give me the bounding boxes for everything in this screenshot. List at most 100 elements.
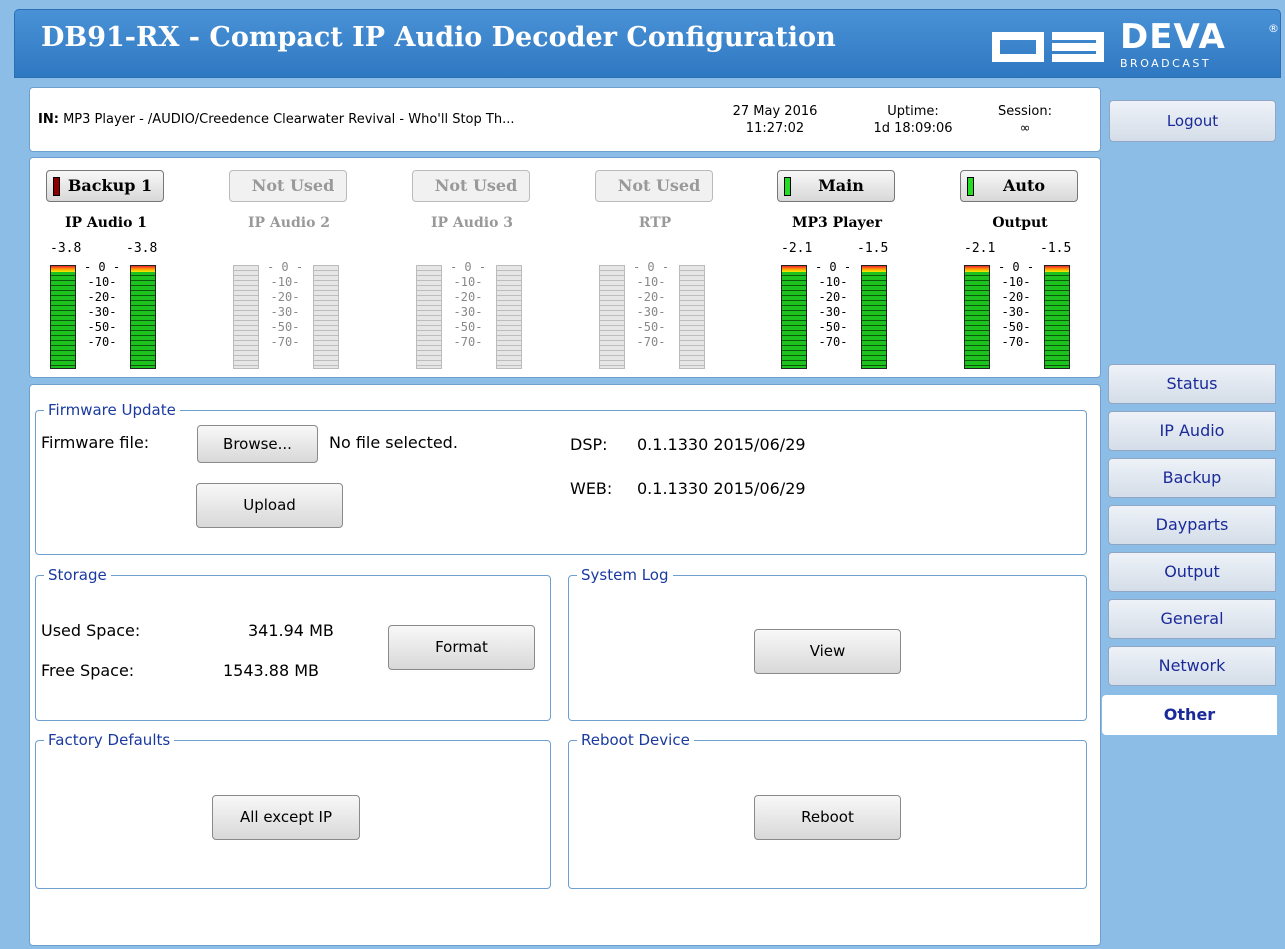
left-meter-bar [599,265,625,369]
scale-tick: -70- [87,335,117,349]
nav-tab-backup[interactable]: Backup [1108,458,1276,498]
nav-tab-general[interactable]: General [1108,599,1276,639]
system-log-legend: System Log [581,566,669,584]
channel-name: IP Audio 2 [247,215,331,231]
free-space-label: Free Space: [41,661,135,680]
scale-tick: -20- [270,290,300,304]
upload-button[interactable]: Upload [196,483,343,528]
format-button[interactable]: Format [388,625,535,670]
logo-registered: ® [1268,22,1279,35]
scale-tick: -50- [453,320,483,334]
source-status-label: Backup 1 [67,176,153,195]
left-level: -2.1 [964,241,996,256]
left-meter-bar [964,265,990,369]
web-label: WEB: [570,479,613,498]
uptime-label: Uptime: [887,104,939,119]
meter-scale: - 0 - -10- -20- -30- -50- -70- [995,260,1037,350]
scale-tick: -30- [636,305,666,319]
scale-tick: -50- [87,320,117,334]
scale-tick: -20- [818,290,848,304]
nav-tab-other[interactable]: Other [1102,695,1277,735]
scale-tick: -20- [636,290,666,304]
source-status-button[interactable]: Not Used [229,170,347,202]
meter-scale: - 0 - -10- -20- -30- -50- -70- [812,260,854,350]
logout-button[interactable]: Logout [1109,100,1276,142]
channel-name: Output [992,215,1048,231]
source-status-label: Not Used [434,176,518,195]
channel-name: IP Audio 3 [430,215,514,231]
meter-channel: Not Used IP Audio 3 - 0 - -10- -20- -30- -50- -… [402,158,542,378]
right-level: -1.5 [1040,241,1072,256]
info-bar: IN: MP3 Player - /AUDIO/Creedence Clearw… [29,87,1101,152]
logo-subtitle: BROADCAST [1120,57,1212,70]
source-status-button[interactable]: Not Used [595,170,713,202]
dsp-version: 0.1.1330 2015/06/29 [637,435,806,454]
scale-tick: -30- [270,305,300,319]
scale-tick: -30- [87,305,117,319]
source-status-button[interactable]: Auto [960,170,1078,202]
scale-tick: -70- [1001,335,1031,349]
meter-scale: - 0 - -10- -20- -30- -50- -70- [447,260,489,350]
storage-legend: Storage [48,566,107,584]
scale-tick: -20- [1001,290,1031,304]
view-log-button[interactable]: View [754,629,901,674]
db-logo-icon [992,32,1104,62]
input-value: MP3 Player - /AUDIO/Creedence Clearwater… [63,112,515,127]
nav-tab-output[interactable]: Output [1108,552,1276,592]
scale-tick: -50- [636,320,666,334]
app-header: DB91-RX - Compact IP Audio Decoder Confi… [14,9,1281,78]
date-value: 27 May 2016 [732,104,818,119]
source-status-label: Main [818,176,864,195]
scale-tick: -50- [818,320,848,334]
status-led-icon [967,177,974,196]
left-meter-bar [781,265,807,369]
session-label: Session: [998,104,1052,119]
source-status-button[interactable]: Not Used [412,170,530,202]
scale-tick: -30- [453,305,483,319]
scale-tick: -20- [453,290,483,304]
scale-tick: -50- [1001,320,1031,334]
page-title: DB91-RX - Compact IP Audio Decoder Confi… [41,22,836,53]
time-value: 11:27:02 [745,121,805,136]
nav-tab-status[interactable]: Status [1108,364,1276,404]
free-space-value: 1543.88 MB [223,661,320,680]
nav-tab-network[interactable]: Network [1108,646,1276,686]
uptime-value: 1d 18:09:06 [873,121,953,136]
source-status-label: Auto [1002,176,1046,195]
right-level: -1.5 [857,241,889,256]
scale-tick: -10- [1001,275,1031,289]
scale-tick: -30- [1001,305,1031,319]
right-meter-bar [679,265,705,369]
datetime: 27 May 2016 11:27:02 [730,103,820,137]
factory-defaults-legend: Factory Defaults [48,731,171,749]
scale-tick: -30- [818,305,848,319]
scale-tick: - 0 - [814,260,852,274]
audio-meters-panel: Backup 1 IP Audio 1 -3.8 -3.8- 0 - -10- -20- -… [29,157,1101,378]
status-led-icon [53,177,60,196]
input-label: IN: [38,112,59,127]
scale-tick: - 0 - [449,260,487,274]
nav-tab-dayparts[interactable]: Dayparts [1108,505,1276,545]
meter-channel: Backup 1 IP Audio 1 -3.8 -3.8- 0 - -10- -20- -… [36,158,176,378]
reboot-button[interactable]: Reboot [754,795,901,840]
scale-tick: -50- [270,320,300,334]
meter-scale: - 0 - -10- -20- -30- -50- -70- [630,260,672,350]
meter-channel: Auto Output -2.1 -1.5- 0 - -10- -20- -30- -50- -… [950,158,1090,378]
meter-channel: Not Used IP Audio 2 - 0 - -10- -20- -30- -50- -… [219,158,359,378]
factory-reset-button[interactable]: All except IP [212,795,360,840]
left-level: -2.1 [781,241,813,256]
dsp-label: DSP: [570,435,608,454]
source-status-button[interactable]: Backup 1 [46,170,164,202]
no-file-text: No file selected. [329,433,458,452]
source-status-button[interactable]: Main [777,170,895,202]
left-meter-bar [416,265,442,369]
session: Session: ∞ [990,103,1060,137]
left-level: -3.8 [50,241,82,256]
nav-tab-ip-audio[interactable]: IP Audio [1108,411,1276,451]
web-version: 0.1.1330 2015/06/29 [637,479,806,498]
reboot-device-legend: Reboot Device [581,731,690,749]
scale-tick: - 0 - [83,260,121,274]
content-panel: Firmware Update Firmware file: Browse...… [29,384,1101,946]
browse-button[interactable]: Browse... [197,425,318,463]
scale-tick: - 0 - [632,260,670,274]
